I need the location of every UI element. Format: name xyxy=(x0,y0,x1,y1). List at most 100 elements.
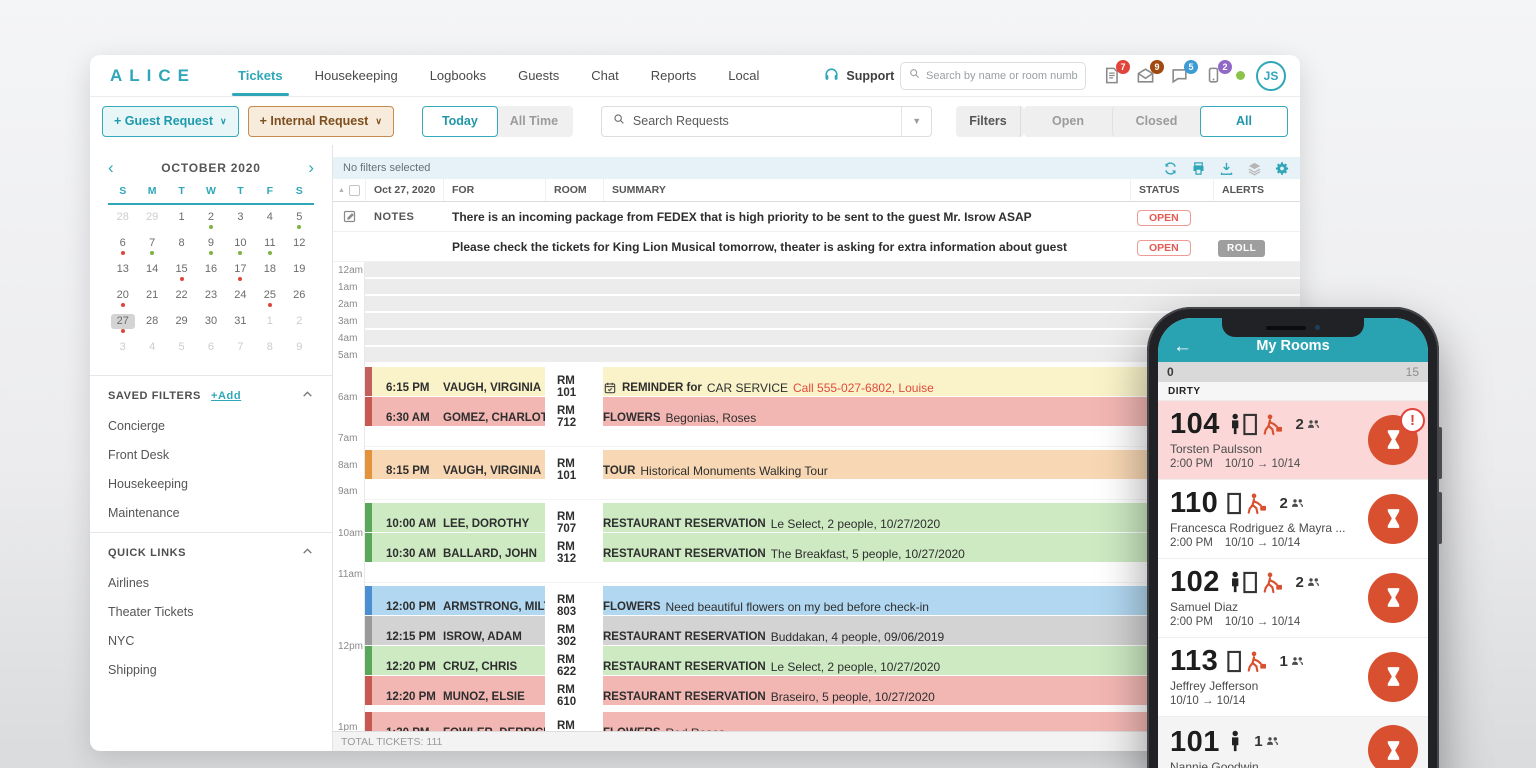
calendar-day[interactable]: 25 xyxy=(255,285,284,311)
calendar-day[interactable]: 13 xyxy=(108,259,137,285)
calendar-day[interactable]: 29 xyxy=(137,207,166,233)
tab-guests[interactable]: Guests xyxy=(518,55,559,96)
calendar-day[interactable]: 15 xyxy=(167,259,196,285)
quick-link-nyc[interactable]: NYC xyxy=(108,634,314,648)
all-time-button[interactable]: All Time xyxy=(495,106,573,137)
request-search-input[interactable] xyxy=(633,114,894,128)
calendar-day[interactable]: 10 xyxy=(226,233,255,259)
calendar-day[interactable]: 3 xyxy=(108,337,137,363)
calendar-day[interactable]: 6 xyxy=(196,337,225,363)
gear-icon[interactable] xyxy=(1275,161,1290,176)
calendar-day[interactable]: 2 xyxy=(196,207,225,233)
calendar-day[interactable]: 1 xyxy=(167,207,196,233)
calendar-day[interactable]: 26 xyxy=(285,285,314,311)
calendar-day[interactable]: 4 xyxy=(255,207,284,233)
tab-local[interactable]: Local xyxy=(728,55,759,96)
saved-filter-housekeeping[interactable]: Housekeeping xyxy=(108,477,314,491)
calendar-day[interactable]: 20 xyxy=(108,285,137,311)
calendar-day[interactable]: 19 xyxy=(285,259,314,285)
hourglass-button[interactable]: ! xyxy=(1368,415,1418,465)
quick-link-airlines[interactable]: Airlines xyxy=(108,576,314,590)
calendar-day[interactable]: 9 xyxy=(196,233,225,259)
calendar-day[interactable]: 28 xyxy=(108,207,137,233)
calendar-day[interactable]: 30 xyxy=(196,311,225,337)
calendar-next-icon[interactable]: › xyxy=(308,159,314,176)
sync-icon[interactable] xyxy=(1163,161,1178,176)
calendar-day[interactable]: 1 xyxy=(255,311,284,337)
calendar-day[interactable]: 24 xyxy=(226,285,255,311)
column-date[interactable]: Oct 27, 2020 xyxy=(365,179,443,201)
saved-filter-maintenance[interactable]: Maintenance xyxy=(108,506,314,520)
tab-chat[interactable]: Chat xyxy=(591,55,618,96)
calendar-day[interactable]: 8 xyxy=(167,233,196,259)
add-filter-link[interactable]: +Add xyxy=(211,390,241,402)
tab-tickets[interactable]: Tickets xyxy=(238,55,283,96)
room-row-113[interactable]: 1131Jeffrey Jefferson10/10 → 10/14 xyxy=(1158,638,1428,717)
guest-request-button[interactable]: + Guest Request∨ xyxy=(102,106,239,137)
chevron-up-icon[interactable] xyxy=(301,545,314,561)
calendar-day[interactable]: 16 xyxy=(196,259,225,285)
print-icon[interactable] xyxy=(1191,161,1206,176)
tab-reports[interactable]: Reports xyxy=(651,55,697,96)
column-summary[interactable]: SUMMARY xyxy=(603,179,1130,201)
room-row-101[interactable]: 1011Nannie Goodwin xyxy=(1158,717,1428,768)
calendar-day[interactable]: 2 xyxy=(285,311,314,337)
support-button[interactable]: Support xyxy=(823,66,894,86)
calendar-day[interactable]: 3 xyxy=(226,207,255,233)
internal-request-button[interactable]: + Internal Request∨ xyxy=(248,106,394,137)
envelope-icon[interactable]: 9 xyxy=(1136,66,1156,86)
tab-housekeeping[interactable]: Housekeeping xyxy=(315,55,398,96)
filters-button[interactable]: Filters ▼ xyxy=(956,106,1024,137)
today-button[interactable]: Today xyxy=(422,106,498,137)
calendar-day[interactable]: 18 xyxy=(255,259,284,285)
calendar-day[interactable]: 9 xyxy=(285,337,314,363)
calendar-prev-icon[interactable]: ‹ xyxy=(108,159,114,176)
calendar-day[interactable]: 27 xyxy=(108,311,137,337)
closed-filter-button[interactable]: Closed xyxy=(1112,106,1200,137)
guest-search[interactable] xyxy=(900,62,1086,90)
column-alerts[interactable]: ALERTS xyxy=(1213,179,1300,201)
open-filter-button[interactable]: Open xyxy=(1024,106,1112,137)
calendar-day[interactable]: 31 xyxy=(226,311,255,337)
calendar-day[interactable]: 7 xyxy=(137,233,166,259)
calendar-day[interactable]: 6 xyxy=(108,233,137,259)
guest-search-input[interactable] xyxy=(926,70,1078,82)
saved-filter-front-desk[interactable]: Front Desk xyxy=(108,448,314,462)
doc-icon[interactable]: 7 xyxy=(1102,66,1122,86)
calendar-day[interactable]: 8 xyxy=(255,337,284,363)
hourglass-button[interactable] xyxy=(1368,573,1418,623)
column-room[interactable]: ROOM xyxy=(545,179,603,201)
calendar-day[interactable]: 29 xyxy=(167,311,196,337)
calendar-day[interactable]: 14 xyxy=(137,259,166,285)
note-row[interactable]: NOTESThere is an incoming package from F… xyxy=(333,202,1300,232)
phone-icon[interactable]: 2 xyxy=(1204,66,1224,86)
download-icon[interactable] xyxy=(1219,161,1234,176)
user-avatar[interactable]: JS xyxy=(1256,61,1286,91)
hourglass-button[interactable] xyxy=(1368,652,1418,702)
column-status[interactable]: STATUS xyxy=(1130,179,1213,201)
quick-link-shipping[interactable]: Shipping xyxy=(108,663,314,677)
hourglass-button[interactable] xyxy=(1368,725,1418,768)
saved-filter-concierge[interactable]: Concierge xyxy=(108,419,314,433)
open-status-badge[interactable]: OPEN xyxy=(1137,240,1191,256)
chat-icon[interactable]: 5 xyxy=(1170,66,1190,86)
calendar-day[interactable]: 7 xyxy=(226,337,255,363)
calendar-day[interactable]: 23 xyxy=(196,285,225,311)
room-row-104[interactable]: 1042Torsten Paulsson2:00 PM10/10 → 10/14… xyxy=(1158,401,1428,480)
select-all-checkbox[interactable] xyxy=(349,185,360,196)
note-row[interactable]: Please check the tickets for King Lion M… xyxy=(333,232,1300,262)
room-row-102[interactable]: 1022Samuel Diaz2:00 PM10/10 → 10/14 xyxy=(1158,559,1428,638)
chevron-up-icon[interactable] xyxy=(301,388,314,404)
sort-icon[interactable]: ▲ xyxy=(338,187,345,194)
calendar-day[interactable]: 28 xyxy=(137,311,166,337)
calendar-day[interactable]: 22 xyxy=(167,285,196,311)
calendar-day[interactable]: 4 xyxy=(137,337,166,363)
column-for[interactable]: FOR xyxy=(443,179,545,201)
tab-logbooks[interactable]: Logbooks xyxy=(430,55,486,96)
back-arrow-icon[interactable]: ← xyxy=(1173,337,1192,356)
room-row-110[interactable]: 1102Francesca Rodriguez & Mayra ...2:00 … xyxy=(1158,480,1428,559)
calendar-day[interactable]: 5 xyxy=(285,207,314,233)
open-status-badge[interactable]: OPEN xyxy=(1137,210,1191,226)
quick-link-theater-tickets[interactable]: Theater Tickets xyxy=(108,605,314,619)
request-search[interactable]: ▼ xyxy=(601,106,932,137)
